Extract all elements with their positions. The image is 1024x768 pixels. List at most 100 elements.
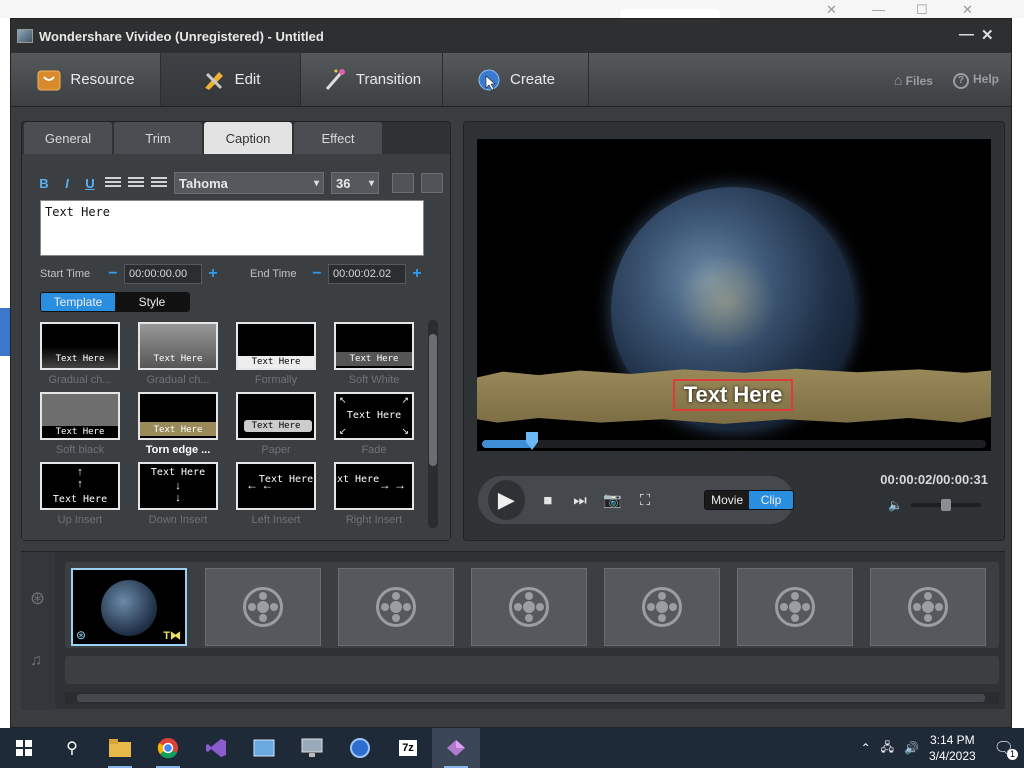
clip-mode-button[interactable]: Clip xyxy=(749,491,793,509)
start-button[interactable] xyxy=(0,728,48,768)
minimize-button[interactable]: — xyxy=(959,26,974,43)
tab-transition[interactable]: Transition xyxy=(301,53,443,106)
vivideo-taskbar-button[interactable] xyxy=(432,728,480,768)
tab-general[interactable]: General xyxy=(24,122,112,154)
template-item[interactable]: Text Here Soft black xyxy=(40,392,120,456)
next-frame-button[interactable]: ⏭ xyxy=(571,492,589,509)
template-item[interactable]: Text Here Gradual ch... xyxy=(138,322,218,386)
end-minus-button[interactable]: − xyxy=(306,265,328,283)
files-button[interactable]: ⌂ Files xyxy=(894,72,933,88)
search-button[interactable]: ⚲ xyxy=(48,728,96,768)
clip-slot-2[interactable] xyxy=(205,568,321,646)
underline-button[interactable]: U xyxy=(82,176,98,191)
clip-slot-5[interactable] xyxy=(604,568,720,646)
size-select[interactable]: 36 xyxy=(331,172,379,194)
template-item[interactable]: Text Here Soft White xyxy=(334,322,414,386)
start-minus-button[interactable]: − xyxy=(102,265,124,283)
tab-trim[interactable]: Trim xyxy=(114,122,202,154)
clock[interactable]: 3:14 PM 3/4/2023 xyxy=(929,732,976,764)
font-select[interactable]: Tahoma xyxy=(174,172,324,194)
tab-resource-label: Resource xyxy=(70,71,135,88)
edit-tabs: General Trim Caption Effect xyxy=(22,122,450,154)
app-button-monitor[interactable] xyxy=(288,728,336,768)
snapshot-camera-icon[interactable]: 📷 xyxy=(603,491,622,509)
template-item[interactable]: Text Here ↖ ↗ ↙ ↘ Fade xyxy=(334,392,414,456)
align-left-button[interactable] xyxy=(105,177,121,189)
tab-resource[interactable]: Resource xyxy=(11,53,161,106)
align-center-button[interactable] xyxy=(128,177,144,189)
background-grid-button[interactable] xyxy=(421,173,443,193)
stop-button[interactable]: ■ xyxy=(539,492,557,509)
globe-cursor-icon xyxy=(476,68,502,92)
template-name: Left Insert xyxy=(251,514,301,526)
tab-create[interactable]: Create xyxy=(443,53,589,106)
template-item[interactable]: Text Here ↓ ↓ Down Insert xyxy=(138,462,218,526)
clip-slot-4[interactable] xyxy=(471,568,587,646)
template-item[interactable]: Text Here Paper xyxy=(236,392,316,456)
align-right-button[interactable] xyxy=(151,177,167,189)
vivideo-window: Wondershare Vivideo (Unregistered) - Unt… xyxy=(10,18,1012,728)
notification-icon[interactable]: 🗨 1 xyxy=(994,738,1018,760)
background-window-right xyxy=(1012,18,1024,728)
play-button[interactable]: ▶ xyxy=(488,480,525,520)
template-sample-text: Text Here xyxy=(336,474,380,485)
help-button[interactable]: ? Help xyxy=(952,72,999,89)
help-icon: ? xyxy=(952,72,969,89)
preview-caption[interactable]: Text Here xyxy=(673,379,793,411)
caption-text-input[interactable]: Text Here xyxy=(40,200,424,256)
tab-effect[interactable]: Effect xyxy=(294,122,382,154)
background-window-left xyxy=(0,18,10,728)
movie-mode-button[interactable]: Movie xyxy=(705,491,750,509)
chrome-button[interactable] xyxy=(144,728,192,768)
fullscreen-button[interactable]: ⛶ xyxy=(636,492,654,509)
start-plus-button[interactable]: + xyxy=(202,265,224,283)
audio-track[interactable] xyxy=(65,656,999,684)
start-time-field[interactable]: 00:00:00.00 xyxy=(124,264,202,284)
close-button[interactable]: ✕ xyxy=(981,26,994,44)
template-sample-text: Text Here xyxy=(251,421,301,431)
clip-slot-3[interactable] xyxy=(338,568,454,646)
scrollbar-thumb[interactable] xyxy=(77,694,985,702)
color-grid-button[interactable] xyxy=(392,173,414,193)
volume-handle[interactable] xyxy=(940,499,951,511)
clip-slot-1[interactable]: ⊛ T⧓ xyxy=(71,568,187,646)
playback-timeline[interactable] xyxy=(482,432,986,450)
template-item[interactable]: ← ← Text Here Left Insert xyxy=(236,462,316,526)
italic-button[interactable]: I xyxy=(59,176,75,191)
template-item[interactable]: Text Here Formally xyxy=(236,322,316,386)
bold-button[interactable]: B xyxy=(36,176,52,191)
tab-transition-label: Transition xyxy=(355,71,422,88)
template-sample-text: Text Here xyxy=(349,354,399,364)
box-icon xyxy=(36,68,62,92)
tab-edit[interactable]: Edit xyxy=(161,53,301,106)
tab-caption[interactable]: Caption xyxy=(204,122,292,154)
volume-slider[interactable] xyxy=(910,499,981,511)
clip-slot-7[interactable] xyxy=(870,568,986,646)
end-time-field[interactable]: 00:00:02.02 xyxy=(328,264,406,284)
reel-icon: ⊛ xyxy=(76,628,87,642)
template-tab[interactable]: Template xyxy=(41,293,115,311)
end-plus-button[interactable]: + xyxy=(406,265,428,283)
template-item[interactable]: ↑ ↑ Text Here Up Insert xyxy=(40,462,120,526)
template-scrollbar[interactable] xyxy=(428,320,438,528)
network-icon[interactable]: 🖧 xyxy=(881,738,894,759)
film-reel-icon xyxy=(642,587,682,627)
visual-studio-button[interactable] xyxy=(192,728,240,768)
7zip-button[interactable]: 7z xyxy=(384,728,432,768)
template-item[interactable]: Text Here Torn edge ... xyxy=(138,392,218,456)
template-name: Soft black xyxy=(55,444,105,456)
style-tab[interactable]: Style xyxy=(115,293,189,311)
template-item[interactable]: Text Here Gradual ch... xyxy=(40,322,120,386)
file-explorer-button[interactable] xyxy=(96,728,144,768)
chevron-up-icon[interactable]: ⌃ xyxy=(861,741,871,755)
app-button-blue[interactable] xyxy=(240,728,288,768)
app-button-circle[interactable] xyxy=(336,728,384,768)
timecode-display: 00:00:02/00:00:31 xyxy=(880,472,988,487)
volume-icon[interactable]: 🔊 xyxy=(904,741,919,755)
storyboard-scrollbar[interactable] xyxy=(65,692,999,704)
clip-slot-6[interactable] xyxy=(737,568,853,646)
text-transition-icon: T⧓ xyxy=(163,630,181,642)
scrollbar-thumb[interactable] xyxy=(429,334,437,466)
template-item[interactable]: Text Here→ → Right Insert xyxy=(334,462,414,526)
speaker-icon[interactable]: 🔈 xyxy=(888,498,903,512)
